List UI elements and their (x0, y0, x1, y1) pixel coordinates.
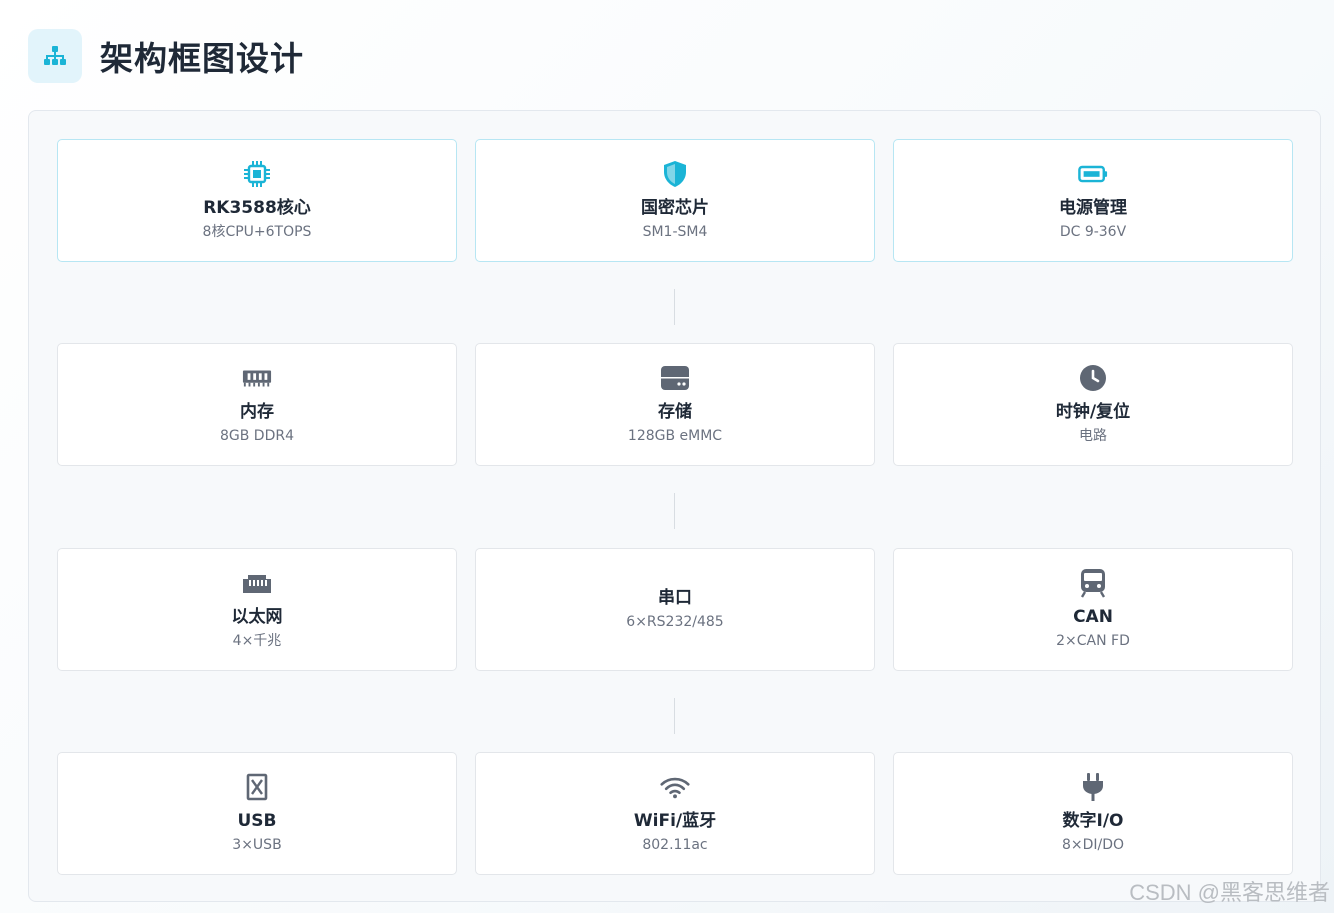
watermark: CSDN @黑客思维者 (1129, 880, 1330, 905)
module-name: WiFi/蓝牙 (633, 811, 717, 831)
cpu-chip-icon (242, 159, 272, 189)
page-header: 架构框图设计 (28, 29, 304, 83)
module-card-usb: USB 3×USB (57, 752, 457, 875)
module-spec: 2×CAN FD (1056, 633, 1130, 649)
clock-icon (1078, 363, 1108, 393)
module-card-memory: 内存 8GB DDR4 (57, 343, 457, 466)
module-card-ethernet: 以太网 4×千兆 (57, 548, 457, 671)
module-card-power: 电源管理 DC 9-36V (893, 139, 1293, 262)
module-name: 串口 (658, 588, 692, 608)
module-spec: DC 9-36V (1059, 224, 1127, 240)
module-name: 时钟/复位 (1055, 402, 1131, 422)
module-spec: SM1-SM4 (642, 224, 708, 240)
ethernet-port-icon (242, 568, 272, 598)
connector-line (674, 698, 675, 734)
module-name: 数字I/O (1062, 811, 1124, 831)
wifi-icon (660, 772, 690, 802)
battery-icon (1078, 159, 1108, 189)
module-name: 国密芯片 (641, 198, 709, 218)
module-card-wifi-bluetooth: WiFi/蓝牙 802.11ac (475, 752, 875, 875)
module-card-storage: 存储 128GB eMMC (475, 343, 875, 466)
module-card-can: CAN 2×CAN FD (893, 548, 1293, 671)
module-card-digital-io: 数字I/O 8×DI/DO (893, 752, 1293, 875)
module-name: RK3588核心 (203, 198, 311, 218)
module-name: 内存 (240, 402, 274, 422)
architecture-diagram: RK3588核心 8核CPU+6TOPS 国密芯片 SM1-SM4 电源管理 D… (28, 110, 1321, 902)
module-spec: 6×RS232/485 (626, 614, 724, 630)
sitemap-icon (28, 29, 82, 83)
module-name: USB (237, 811, 277, 831)
module-spec: 128GB eMMC (627, 428, 723, 444)
module-name: CAN (1073, 607, 1113, 627)
module-spec: 8GB DDR4 (219, 428, 294, 444)
connector-line (674, 493, 675, 529)
memory-icon (242, 363, 272, 393)
module-card-crypto-chip: 国密芯片 SM1-SM4 (475, 139, 875, 262)
connector-line (674, 289, 675, 325)
module-spec: 8核CPU+6TOPS (202, 224, 312, 240)
plug-icon (1078, 772, 1108, 802)
shield-icon (660, 159, 690, 189)
module-spec: 8×DI/DO (1061, 837, 1125, 853)
module-spec: 4×千兆 (232, 633, 282, 649)
module-spec: 电路 (1079, 428, 1107, 444)
module-spec: 802.11ac (642, 837, 708, 853)
module-name: 电源管理 (1059, 198, 1127, 218)
module-spec: 3×USB (232, 837, 282, 853)
module-name: 存储 (658, 402, 692, 422)
module-card-rk3588: RK3588核心 8核CPU+6TOPS (57, 139, 457, 262)
page-title: 架构框图设计 (100, 39, 304, 78)
usb-icon (242, 772, 272, 802)
module-name: 以太网 (231, 607, 283, 627)
module-card-clock-reset: 时钟/复位 电路 (893, 343, 1293, 466)
storage-drive-icon (660, 363, 690, 393)
bus-icon (1078, 568, 1108, 598)
module-card-serial: 串口 6×RS232/485 (475, 548, 875, 671)
